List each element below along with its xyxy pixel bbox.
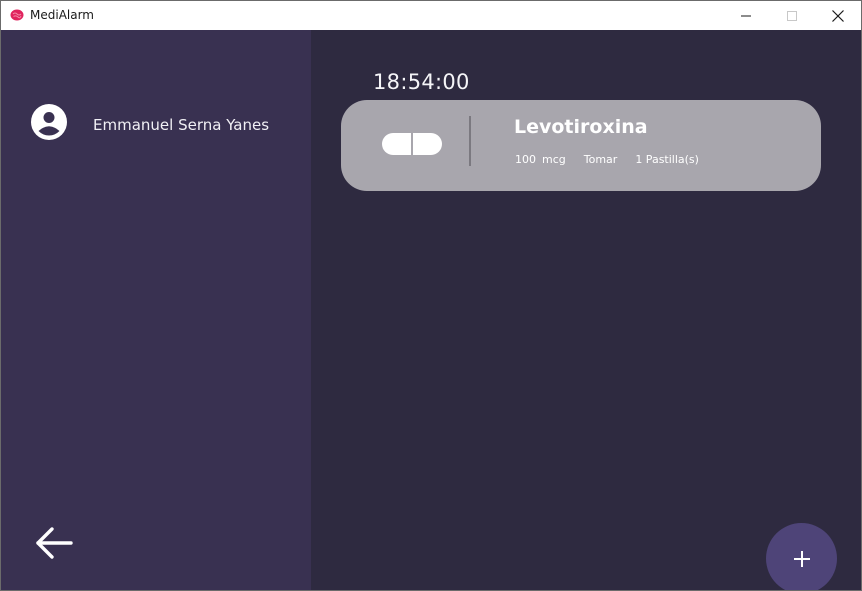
maximize-button[interactable] (769, 1, 815, 30)
dose-action: Tomar (583, 153, 618, 166)
dose-unit: mcg (542, 153, 566, 166)
arrow-left-icon (36, 527, 73, 559)
title-bar: MediAlarm (1, 1, 861, 30)
close-icon (832, 9, 844, 22)
maximize-icon (787, 10, 797, 21)
add-medication-button[interactable] (766, 523, 837, 590)
account-circle-icon (31, 104, 67, 140)
window-title: MediAlarm (30, 8, 94, 22)
medication-name: Levotiroxina (514, 116, 648, 138)
medication-card[interactable]: Levotiroxina 100 mcg Tomar 1 Pastilla(s) (341, 100, 821, 191)
user-name: Emmanuel Serna Yanes (93, 116, 270, 134)
close-button[interactable] (815, 1, 861, 30)
back-button[interactable] (35, 526, 73, 560)
sidebar: Emmanuel Serna Yanes (1, 30, 311, 590)
card-divider (469, 116, 471, 166)
brain-icon (10, 9, 24, 21)
main-panel: 18:54:00 Levotiroxina 100 mcg Tomar 1 Pasti… (311, 30, 861, 590)
minimize-icon (741, 15, 751, 16)
dose-quantity: 1 Pastilla(s) (635, 153, 699, 166)
plus-icon (793, 550, 810, 567)
medication-details: 100 mcg Tomar 1 Pastilla(s) (515, 153, 699, 166)
clock: 18:54:00 (373, 70, 470, 94)
minimize-button[interactable] (723, 1, 769, 30)
dose-amount: 100 (515, 153, 536, 166)
pill-icon (382, 133, 442, 155)
app-window: MediAlarm Emmanuel Serna Yanes 18:54:00 … (0, 0, 862, 591)
